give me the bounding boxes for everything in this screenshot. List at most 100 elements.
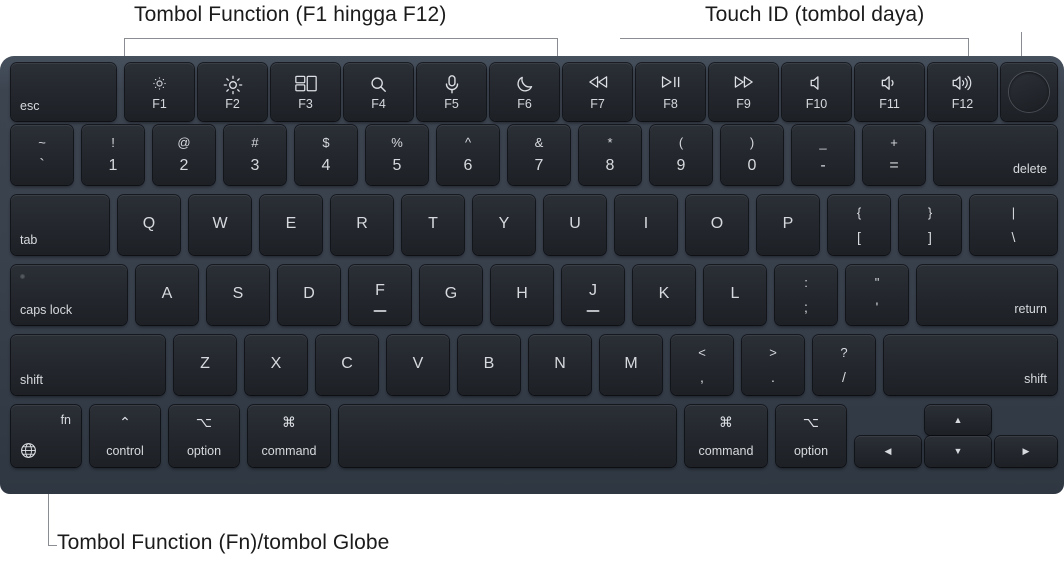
- key-comma[interactable]: < ,: [671, 335, 733, 395]
- key-e[interactable]: E: [260, 195, 322, 255]
- key-q[interactable]: Q: [118, 195, 180, 255]
- key-g[interactable]: G: [420, 265, 482, 325]
- key-d[interactable]: D: [278, 265, 340, 325]
- key-f11[interactable]: F11: [855, 63, 924, 121]
- key-option-left[interactable]: ⌥ option: [169, 405, 239, 467]
- key-f2[interactable]: F2: [198, 63, 267, 121]
- key-m[interactable]: M: [600, 335, 662, 395]
- key-1[interactable]: ! 1: [82, 125, 144, 185]
- key-shifted-label: <: [698, 345, 706, 360]
- key-esc[interactable]: esc: [11, 63, 116, 121]
- key-command-left[interactable]: ⌘ command: [248, 405, 330, 467]
- key-5[interactable]: % 5: [366, 125, 428, 185]
- key-shifted-label: #: [251, 135, 259, 150]
- key-period[interactable]: > .: [742, 335, 804, 395]
- key-bracket-left[interactable]: { [: [828, 195, 890, 255]
- key-f4[interactable]: F4: [344, 63, 413, 121]
- key-space[interactable]: [339, 405, 676, 467]
- key-label: Z: [200, 355, 210, 372]
- globe-icon: [20, 442, 37, 459]
- key-base-label: 9: [676, 157, 686, 174]
- key-command-right[interactable]: ⌘ command: [685, 405, 767, 467]
- key-control-left[interactable]: ⌃ control: [90, 405, 160, 467]
- key-c[interactable]: C: [316, 335, 378, 395]
- key-shift-left[interactable]: shift: [11, 335, 165, 395]
- key-label: shift: [1024, 371, 1047, 386]
- key-slash[interactable]: ? /: [813, 335, 875, 395]
- key-7[interactable]: & 7: [508, 125, 570, 185]
- key-r[interactable]: R: [331, 195, 393, 255]
- key-quote[interactable]: " ': [846, 265, 908, 325]
- key-u[interactable]: U: [544, 195, 606, 255]
- key-f7[interactable]: F7: [563, 63, 632, 121]
- key-delete[interactable]: delete: [934, 125, 1057, 185]
- key-3[interactable]: # 3: [224, 125, 286, 185]
- key-n[interactable]: N: [529, 335, 591, 395]
- key-fn[interactable]: fn: [11, 405, 81, 467]
- key-arrow-left[interactable]: ◀: [855, 436, 921, 467]
- key-9[interactable]: ( 9: [650, 125, 712, 185]
- key-arrow-up[interactable]: ▲: [925, 405, 991, 435]
- key-p[interactable]: P: [757, 195, 819, 255]
- key-f12[interactable]: F12: [928, 63, 997, 121]
- key-label: W: [212, 215, 228, 232]
- key-y[interactable]: Y: [473, 195, 535, 255]
- key-f1[interactable]: F1: [125, 63, 194, 121]
- key-k[interactable]: K: [633, 265, 695, 325]
- key-arrow-down[interactable]: ▼: [925, 436, 991, 467]
- key-base-label: 1: [108, 157, 118, 174]
- key-f3[interactable]: F3: [271, 63, 340, 121]
- key-equals[interactable]: + =: [863, 125, 925, 185]
- key-label: X: [270, 355, 282, 372]
- option-symbol: ⌥: [195, 414, 213, 430]
- key-s[interactable]: S: [207, 265, 269, 325]
- key-backslash[interactable]: | \: [970, 195, 1057, 255]
- key-minus[interactable]: _ -: [792, 125, 854, 185]
- do-not-disturb-moon-icon: [490, 75, 559, 93]
- key-o[interactable]: O: [686, 195, 748, 255]
- key-x[interactable]: X: [245, 335, 307, 395]
- key-f8[interactable]: F8: [636, 63, 705, 121]
- key-l[interactable]: L: [704, 265, 766, 325]
- command-symbol: ⌘: [282, 414, 296, 430]
- key-f5[interactable]: F5: [417, 63, 486, 121]
- key-fnumber: F12: [951, 96, 974, 111]
- key-backtick[interactable]: ~ `: [11, 125, 73, 185]
- key-i[interactable]: I: [615, 195, 677, 255]
- key-return[interactable]: return: [917, 265, 1057, 325]
- key-shifted-label: ~: [38, 135, 46, 150]
- arrow-up-icon: ▲: [953, 415, 963, 425]
- key-6[interactable]: ^ 6: [437, 125, 499, 185]
- key-f[interactable]: F: [349, 265, 411, 325]
- key-z[interactable]: Z: [174, 335, 236, 395]
- key-f6[interactable]: F6: [490, 63, 559, 121]
- key-option-right[interactable]: ⌥ option: [776, 405, 846, 467]
- key-caps-lock[interactable]: caps lock: [11, 265, 127, 325]
- key-fnumber: F1: [152, 96, 167, 111]
- key-bracket-right[interactable]: } ]: [899, 195, 961, 255]
- key-touch-id[interactable]: [1001, 63, 1057, 121]
- key-b[interactable]: B: [458, 335, 520, 395]
- key-semicolon[interactable]: : ;: [775, 265, 837, 325]
- key-f10[interactable]: F10: [782, 63, 851, 121]
- key-label: esc: [20, 98, 40, 113]
- key-shift-right[interactable]: shift: [884, 335, 1057, 395]
- key-0[interactable]: ) 0: [721, 125, 783, 185]
- key-2[interactable]: @ 2: [153, 125, 215, 185]
- key-arrow-right[interactable]: ▶: [995, 436, 1057, 467]
- key-shifted-label: ": [874, 275, 880, 290]
- key-h[interactable]: H: [491, 265, 553, 325]
- dictation-microphone-icon: [417, 75, 486, 94]
- key-t[interactable]: T: [402, 195, 464, 255]
- key-v[interactable]: V: [387, 335, 449, 395]
- key-a[interactable]: A: [136, 265, 198, 325]
- key-8[interactable]: * 8: [579, 125, 641, 185]
- key-base-label: 5: [392, 157, 402, 174]
- key-bed: esc F1 F2 F3 F4 F5 F6 F7 F8 F9 F10 F11 F…: [8, 63, 1057, 487]
- key-w[interactable]: W: [189, 195, 251, 255]
- key-4[interactable]: $ 4: [295, 125, 357, 185]
- key-f9[interactable]: F9: [709, 63, 778, 121]
- key-label: F: [375, 282, 385, 299]
- key-tab[interactable]: tab: [11, 195, 109, 255]
- key-j[interactable]: J: [562, 265, 624, 325]
